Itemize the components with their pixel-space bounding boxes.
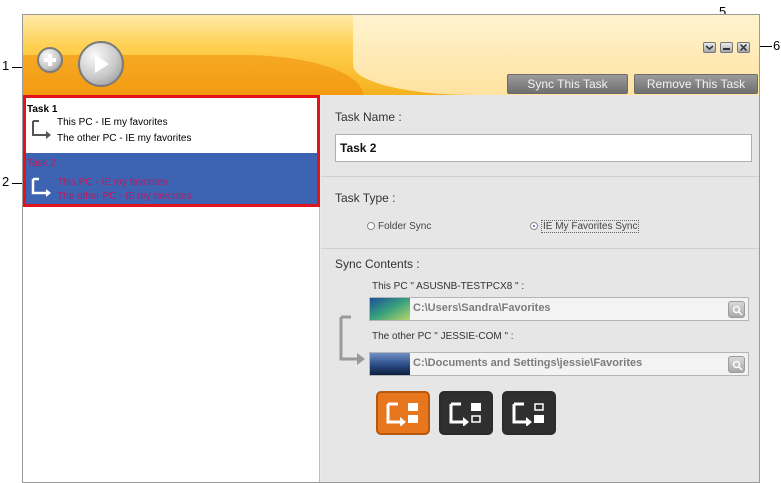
sync-arrow-icon bbox=[31, 177, 51, 197]
task-source: This PC - IE my favorites bbox=[57, 177, 168, 188]
callout-6: 6 bbox=[773, 38, 781, 53]
task-name-input[interactable]: Task 2 bbox=[335, 134, 752, 162]
task-name-label: Task Name : bbox=[335, 110, 402, 124]
screenshot-stage: 1 2 3 4 5 6 bbox=[0, 0, 781, 483]
callout-1: 1 bbox=[2, 58, 10, 73]
help-icon bbox=[705, 45, 714, 50]
sync-arrow-icon bbox=[32, 120, 51, 139]
radio-dot bbox=[367, 222, 375, 231]
sync-mode-button-1[interactable] bbox=[376, 391, 430, 435]
browse-this-pc-button[interactable] bbox=[728, 301, 745, 318]
add-task-button[interactable] bbox=[37, 47, 63, 73]
search-icon bbox=[732, 305, 743, 316]
task-type-section: Task Type : bbox=[321, 177, 759, 249]
task-details-panel: Task Name : Task 2 Task Type : Folder Sy… bbox=[321, 95, 759, 482]
search-icon bbox=[732, 360, 743, 371]
task-name: Task 1 bbox=[27, 104, 58, 115]
play-icon bbox=[95, 55, 109, 73]
sync-this-task-button[interactable]: Sync This Task bbox=[507, 74, 628, 94]
other-pc-path: C:\Documents and Settings\jessie\Favorit… bbox=[413, 357, 643, 369]
other-pc-label: The other PC " JESSIE-COM " : bbox=[372, 331, 514, 342]
folder-thumbnail-icon bbox=[370, 298, 410, 320]
close-button[interactable] bbox=[737, 42, 750, 53]
sync-mode-icon bbox=[449, 402, 481, 426]
task-list: Task 1 This PC - IE my favorites The oth… bbox=[23, 95, 320, 482]
remove-this-task-button[interactable]: Remove This Task bbox=[634, 74, 758, 94]
task-destination: The other PC - IE my favorites bbox=[57, 133, 192, 144]
sync-mode-icon bbox=[386, 402, 418, 426]
help-button[interactable] bbox=[703, 42, 716, 53]
folder-sync-radio[interactable]: Folder Sync bbox=[367, 221, 431, 232]
start-sync-button[interactable] bbox=[78, 41, 124, 87]
callout-2: 2 bbox=[2, 174, 10, 189]
folder-sync-label: Folder Sync bbox=[378, 221, 432, 232]
close-icon bbox=[739, 44, 748, 51]
sync-mode-button-3[interactable] bbox=[502, 391, 556, 435]
this-pc-path-field[interactable]: C:\Users\Sandra\Favorites bbox=[369, 297, 749, 321]
this-pc-path: C:\Users\Sandra\Favorites bbox=[413, 302, 551, 314]
sync-contents-label: Sync Contents : bbox=[335, 257, 420, 271]
add-icon bbox=[44, 54, 56, 66]
app-window: Sync This Task Remove This Task Task 1 T… bbox=[22, 14, 760, 483]
browse-other-pc-button[interactable] bbox=[728, 356, 745, 373]
sync-mode-icon bbox=[512, 402, 544, 426]
this-pc-label: This PC " ASUSNB-TESTPCX8 " : bbox=[372, 281, 525, 292]
radio-dot bbox=[530, 222, 538, 231]
task-name-section: Task Name : Task 2 bbox=[321, 95, 759, 177]
task-item-1[interactable]: Task 1 This PC - IE my favorites The oth… bbox=[23, 99, 320, 153]
task-name: Task 2 bbox=[27, 158, 56, 169]
other-pc-path-field[interactable]: C:\Documents and Settings\jessie\Favorit… bbox=[369, 352, 749, 376]
callout-2-line bbox=[12, 183, 22, 184]
ie-favorites-sync-radio[interactable]: IE My Favorites Sync bbox=[530, 220, 640, 233]
task-source: This PC - IE my favorites bbox=[57, 117, 168, 128]
task-type-label: Task Type : bbox=[335, 191, 396, 205]
minimize-icon bbox=[723, 48, 730, 50]
minimize-button[interactable] bbox=[720, 42, 733, 53]
sync-mode-button-2[interactable] bbox=[439, 391, 493, 435]
task-item-2[interactable]: Task 2 This PC - IE my favorites The oth… bbox=[23, 153, 320, 207]
ie-favorites-sync-label: IE My Favorites Sync bbox=[541, 220, 640, 233]
sync-direction-icon bbox=[339, 315, 365, 365]
folder-thumbnail-icon bbox=[370, 353, 410, 375]
task-destination: The other PC - IE my favorites bbox=[57, 191, 192, 202]
